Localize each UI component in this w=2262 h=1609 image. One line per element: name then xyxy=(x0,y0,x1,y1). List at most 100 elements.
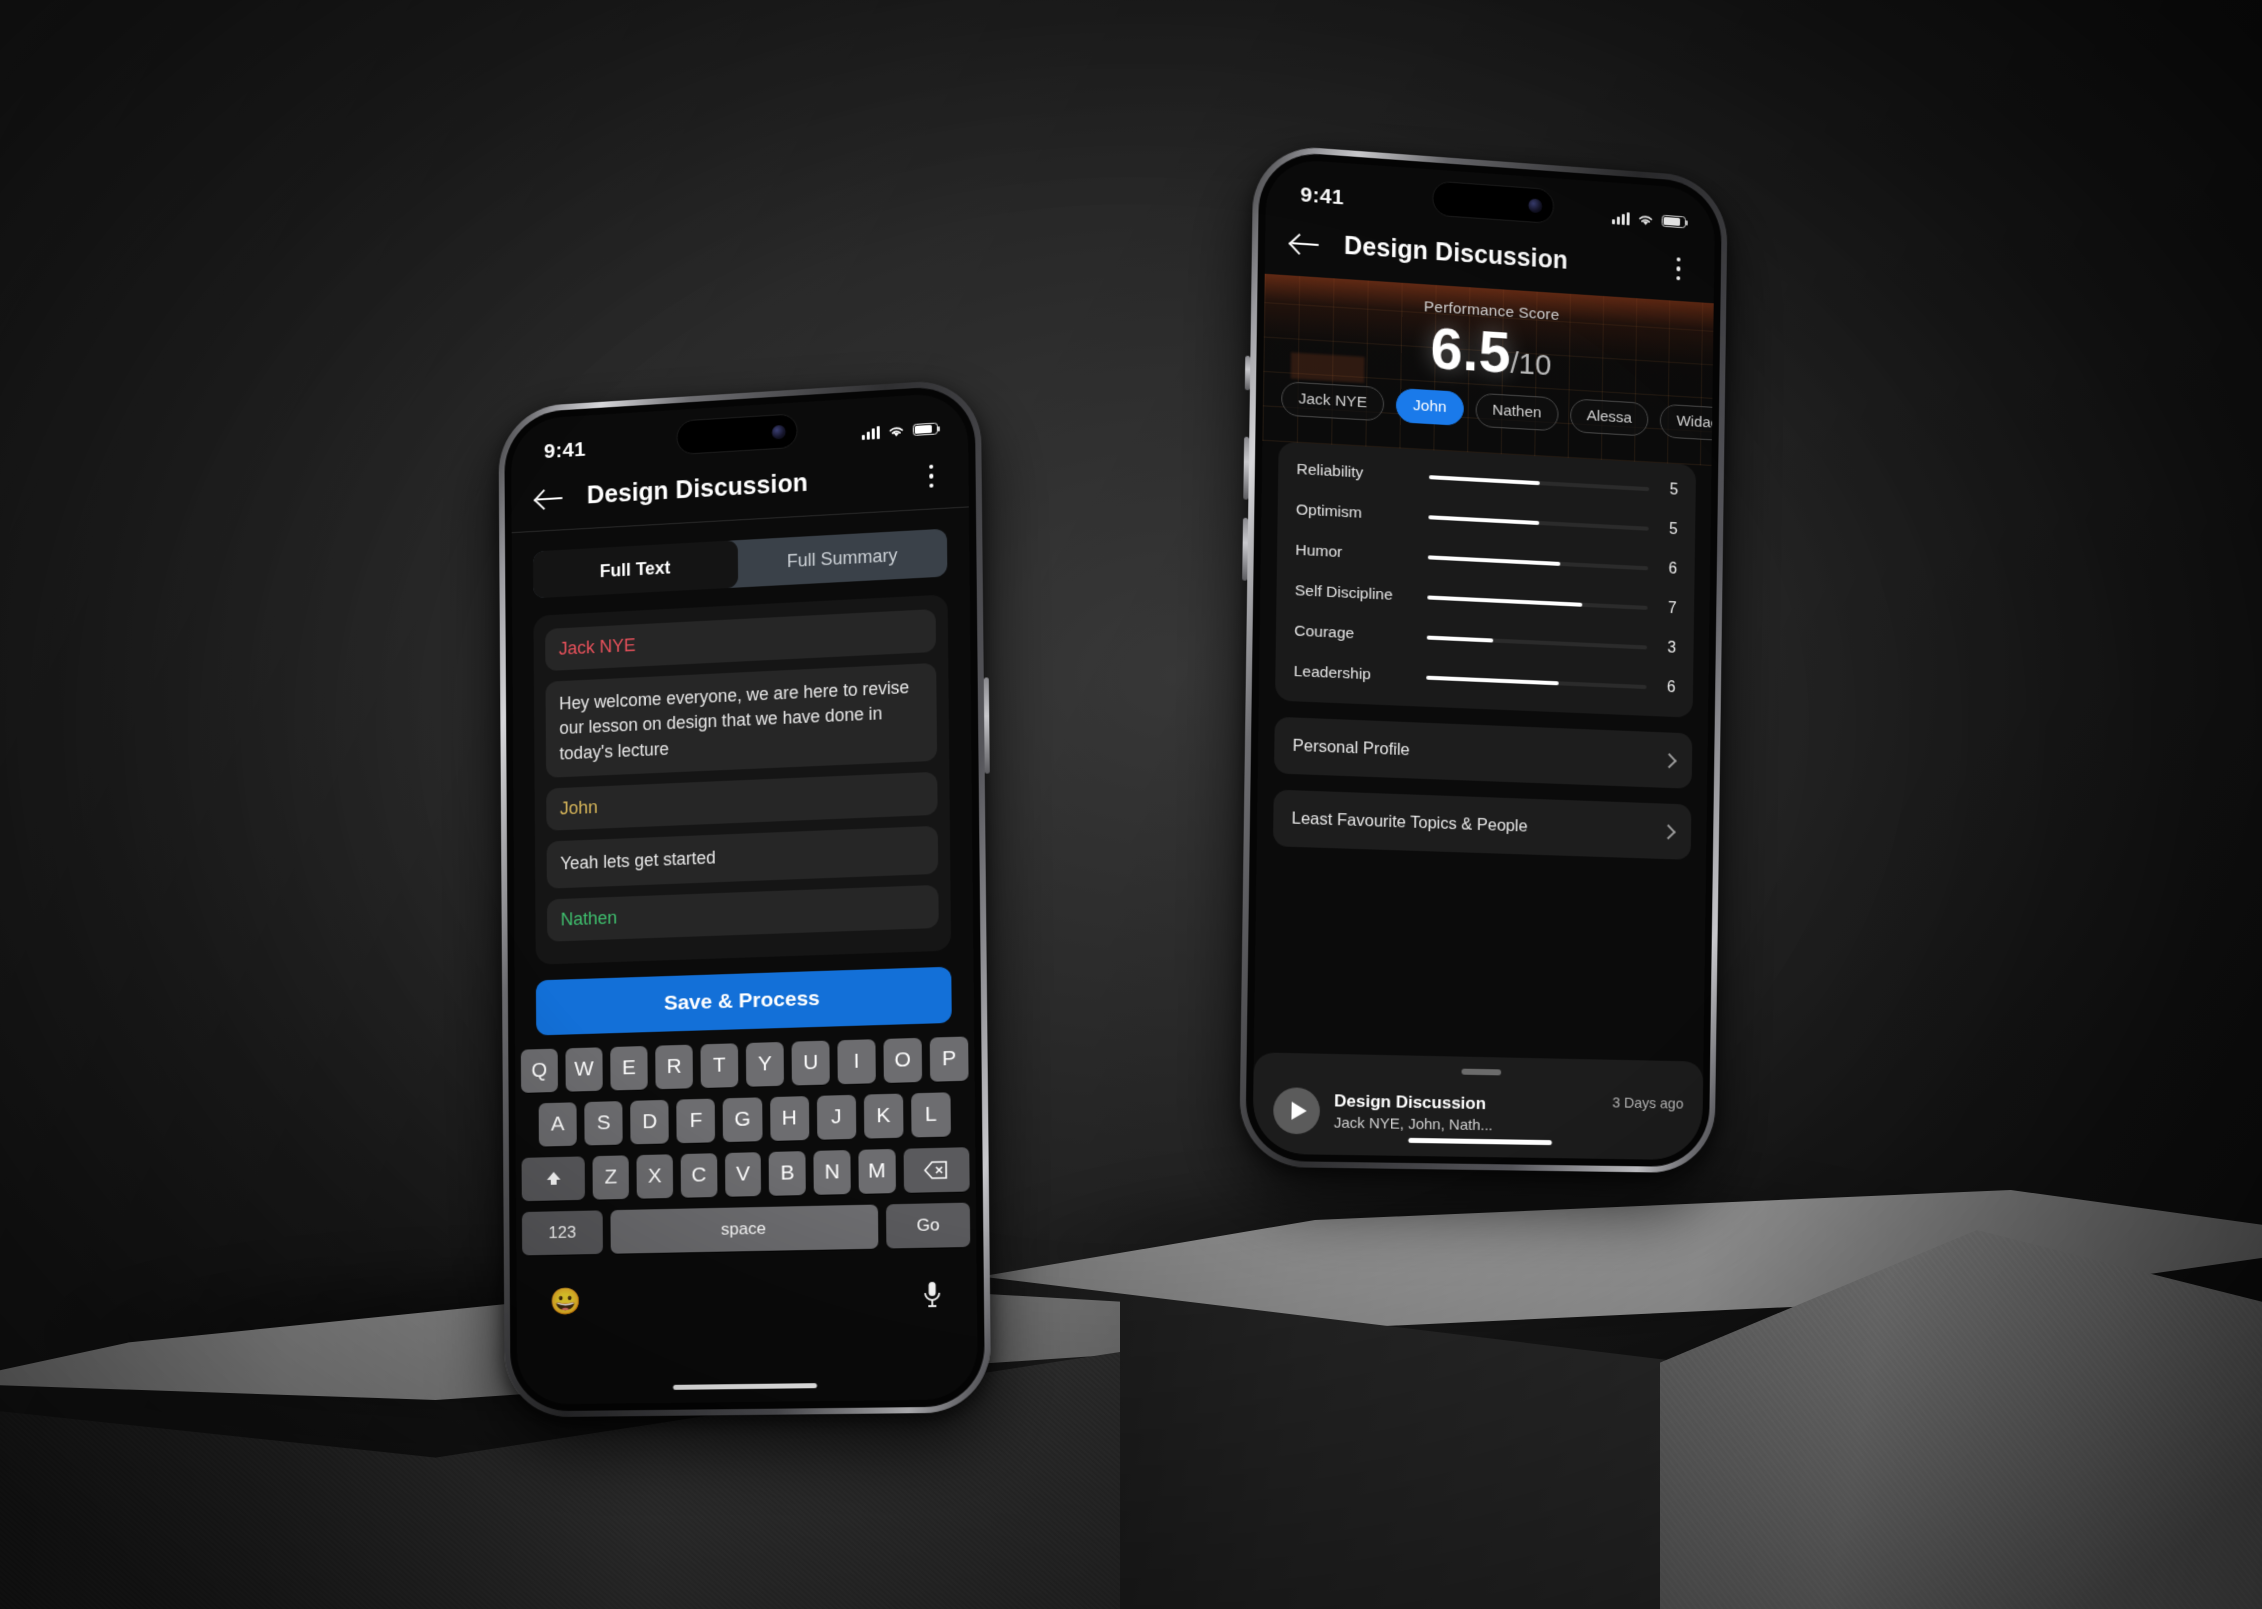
key-i[interactable]: I xyxy=(837,1039,875,1084)
play-icon[interactable] xyxy=(1273,1087,1320,1134)
kebab-menu-icon-right[interactable] xyxy=(1668,256,1690,281)
key-c[interactable]: C xyxy=(681,1153,718,1198)
key-s[interactable]: S xyxy=(584,1101,622,1145)
key-o[interactable]: O xyxy=(883,1038,922,1083)
key-v[interactable]: V xyxy=(725,1152,762,1197)
player-timestamp: 3 Days ago xyxy=(1612,1095,1683,1112)
trait-slider-track[interactable] xyxy=(1429,475,1649,491)
trait-row: Self Discipline 7 xyxy=(1295,582,1677,618)
product-mockup-scene: 9:41 Design Discussion Performance Score… xyxy=(0,0,2262,1609)
transcript-speaker: Jack NYE xyxy=(545,609,936,671)
keyboard-row-3[interactable]: ZXCVBNM xyxy=(522,1147,970,1201)
key-g[interactable]: G xyxy=(723,1097,762,1142)
cellular-bars-icon-left xyxy=(862,426,880,440)
transcript-message: Hey welcome everyone, we are here to rev… xyxy=(545,663,937,778)
front-camera-icon-left xyxy=(772,424,786,439)
drag-handle-icon[interactable] xyxy=(1461,1069,1501,1076)
trait-slider-fill xyxy=(1427,635,1494,643)
key-l[interactable]: L xyxy=(911,1092,951,1137)
tab-full-text[interactable]: Full Text xyxy=(533,540,738,598)
key-y[interactable]: Y xyxy=(746,1042,784,1087)
tab-full-summary[interactable]: Full Summary xyxy=(738,529,948,588)
trait-value: 6 xyxy=(1660,560,1678,579)
trait-label: Self Discipline xyxy=(1295,582,1416,606)
key-x[interactable]: X xyxy=(637,1154,673,1198)
person-chip-alessa[interactable]: Alessa xyxy=(1570,398,1649,436)
on-screen-keyboard[interactable]: QWERTYUIOP ASDFGHJKL ZXCVBNM 123 space G… xyxy=(515,1036,977,1323)
go-key[interactable]: Go xyxy=(886,1203,970,1249)
key-d[interactable]: D xyxy=(630,1100,669,1145)
key-r[interactable]: R xyxy=(655,1045,693,1090)
key-h[interactable]: H xyxy=(770,1096,809,1141)
kebab-menu-icon-left[interactable] xyxy=(920,464,942,489)
home-indicator-left[interactable] xyxy=(673,1383,817,1390)
space-key[interactable]: space xyxy=(610,1205,878,1254)
tab-switcher[interactable]: Full Text Full Summary xyxy=(533,529,947,599)
keyboard-row-3-letters[interactable]: ZXCVBNM xyxy=(593,1149,896,1200)
keyboard-row-4[interactable]: 123 space Go xyxy=(522,1203,970,1256)
keyboard-row-2[interactable]: ASDFGHJKL xyxy=(521,1092,969,1147)
microphone-icon[interactable] xyxy=(922,1281,942,1310)
key-w[interactable]: W xyxy=(565,1047,602,1091)
performance-score-hero: Performance Score 6.5/10 Jack NYE John Nat… xyxy=(1262,274,1713,466)
chevron-right-icon-profile xyxy=(1662,753,1677,768)
trait-slider-fill xyxy=(1426,675,1559,685)
keyboard-bottom-bar: 😀 xyxy=(522,1258,971,1323)
player-text-group: Design Discussion Jack NYE, John, Nath..… xyxy=(1334,1091,1493,1134)
keyboard-row-1[interactable]: QWERTYUIOP xyxy=(521,1036,969,1092)
person-chip-widac[interactable]: Widac xyxy=(1660,404,1713,442)
audio-player-sheet[interactable]: Design Discussion Jack NYE, John, Nath..… xyxy=(1252,1052,1703,1160)
wifi-icon-left xyxy=(887,423,906,438)
key-j[interactable]: J xyxy=(817,1095,856,1140)
traits-card: Reliability 5 Optimism 5 Humor 6 Self Discipli… xyxy=(1275,442,1696,718)
key-e[interactable]: E xyxy=(610,1046,647,1091)
dynamic-island-right xyxy=(1432,180,1554,224)
person-chip-john[interactable]: John xyxy=(1396,388,1464,426)
link-row-personal-profile[interactable]: Personal Profile xyxy=(1274,717,1692,789)
mute-switch-right[interactable] xyxy=(1245,356,1251,391)
trait-slider-track[interactable] xyxy=(1428,555,1648,570)
key-a[interactable]: A xyxy=(539,1102,577,1146)
trait-row: Leadership 6 xyxy=(1294,663,1676,697)
key-m[interactable]: M xyxy=(858,1149,895,1194)
key-n[interactable]: N xyxy=(814,1150,851,1195)
chevron-right-icon-topics xyxy=(1661,824,1676,839)
link-label-personal-profile: Personal Profile xyxy=(1292,736,1409,760)
trait-slider-fill xyxy=(1429,475,1540,486)
transcript-message: Yeah lets get started xyxy=(547,826,939,888)
back-arrow-icon-left[interactable] xyxy=(536,486,565,511)
link-row-least-favourite[interactable]: Least Favourite Topics & People xyxy=(1273,790,1691,860)
key-b[interactable]: B xyxy=(769,1151,806,1196)
trait-slider-track[interactable] xyxy=(1427,635,1647,649)
trait-slider-track[interactable] xyxy=(1428,515,1648,531)
key-z[interactable]: Z xyxy=(593,1155,629,1199)
back-arrow-icon-right[interactable] xyxy=(1291,231,1322,257)
trait-row: Reliability 5 xyxy=(1296,461,1678,500)
key-t[interactable]: T xyxy=(700,1043,738,1088)
backspace-icon-key[interactable] xyxy=(903,1147,970,1193)
key-q[interactable]: Q xyxy=(521,1049,558,1093)
page-title-right: Design Discussion xyxy=(1344,232,1568,276)
person-chip-nathen[interactable]: Nathen xyxy=(1475,393,1558,432)
power-button-left[interactable] xyxy=(984,677,990,773)
save-and-process-button[interactable]: Save & Process xyxy=(536,967,952,1036)
trait-label: Reliability xyxy=(1296,461,1417,486)
phone-device-right: 9:41 Design Discussion Performance Score… xyxy=(1239,143,1728,1173)
key-k[interactable]: K xyxy=(864,1094,904,1139)
key-p[interactable]: P xyxy=(930,1036,969,1081)
trait-row: Courage 3 xyxy=(1294,622,1676,657)
shift-icon-key[interactable] xyxy=(522,1156,586,1201)
key-f[interactable]: F xyxy=(677,1099,716,1144)
trait-slider-track[interactable] xyxy=(1427,595,1647,610)
trait-slider-track[interactable] xyxy=(1426,675,1646,689)
battery-icon-right xyxy=(1662,215,1686,229)
trait-value: 7 xyxy=(1659,600,1677,619)
volume-up-right[interactable] xyxy=(1243,437,1249,500)
numbers-key[interactable]: 123 xyxy=(522,1210,603,1255)
person-chip-jack-nye[interactable]: Jack NYE xyxy=(1281,381,1384,421)
emoji-smiley-icon[interactable]: 😀 xyxy=(550,1285,582,1316)
front-camera-icon-right xyxy=(1528,198,1542,213)
volume-down-right[interactable] xyxy=(1242,518,1248,581)
status-time-right: 9:41 xyxy=(1300,183,1344,210)
key-u[interactable]: U xyxy=(792,1041,830,1086)
